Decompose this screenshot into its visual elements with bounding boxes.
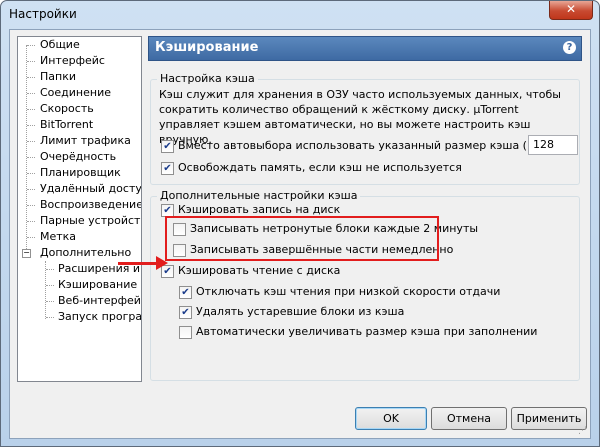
checkbox-icon: ✔	[161, 162, 174, 175]
option-label: Автоматически увеличивать размер кэша пр…	[196, 325, 538, 338]
manual-cache-size-checkbox[interactable]: ✔ Вместо автовыбора использовать указанн…	[161, 138, 552, 154]
option-label: Кэшировать чтение с диска	[178, 264, 341, 277]
tree-label: Воспроизведение	[40, 198, 142, 211]
free-memory-checkbox[interactable]: ✔ Освобождать память, если кэш не исполь…	[161, 160, 521, 176]
tree-label: Парные устройства	[40, 214, 141, 227]
resize-grip-icon[interactable]: ⋰	[578, 426, 588, 436]
option-label: Вместо автовыбора использовать указанный…	[178, 139, 553, 152]
tree-label: Дополнительно	[40, 246, 132, 259]
title-bar: Настройки ✕	[1, 1, 599, 27]
window-title: Настройки	[9, 7, 77, 21]
apply-button[interactable]: Применить	[511, 407, 587, 430]
dialog-body: Общие Интерфейс Папки Соединение Скорост…	[9, 29, 591, 439]
tree-label: Интерфейс	[40, 54, 105, 67]
read-cache-checkbox[interactable]: ✔ Кэшировать чтение с диска	[161, 263, 461, 279]
tree-label: Веб-интерфейс	[58, 294, 142, 307]
panel-title: Кэширование	[155, 40, 259, 55]
ok-button[interactable]: OK	[355, 407, 427, 430]
close-button[interactable]: ✕	[549, 1, 593, 20]
remove-old-blocks-checkbox[interactable]: ✔ Удалять устаревшие блоки из кэша	[179, 304, 569, 320]
settings-tree: Общие Интерфейс Папки Соединение Скорост…	[17, 36, 142, 382]
disable-read-cache-checkbox[interactable]: ✔ Отключать кэш чтения при низкой скорос…	[179, 284, 569, 300]
tree-label: BitTorrent	[40, 118, 94, 131]
group-title: Настройка кэша	[157, 72, 258, 85]
tree-label: Папки	[40, 70, 76, 83]
caching-panel: Кэширование ? Настройка кэша Кэш служит …	[148, 36, 582, 384]
tree-label: Лимит трафика	[40, 134, 131, 147]
settings-window: Настройки ✕ Общие Интерфейс Папки Соедин…	[0, 0, 600, 447]
option-label: Отключать кэш чтения при низкой скорости…	[196, 285, 501, 298]
cache-settings-group: Настройка кэша Кэш служит для хранения в…	[150, 72, 580, 185]
tree-label: Кэширование	[58, 278, 138, 291]
highlight-box	[165, 216, 439, 261]
auto-increase-cache-checkbox[interactable]: Автоматически увеличивать размер кэша пр…	[179, 324, 569, 340]
arrow-head-icon	[156, 256, 168, 270]
help-icon[interactable]: ?	[563, 41, 576, 54]
tree-label: Общие	[40, 38, 80, 51]
tree-label: Соединение	[40, 86, 112, 99]
option-label: Освобождать память, если кэш не использу…	[178, 161, 462, 174]
tree-label: Удалённый доступ	[40, 182, 142, 195]
tree-label: Скорость	[40, 102, 94, 115]
option-label: Удалять устаревшие блоки из кэша	[196, 305, 405, 318]
cache-size-input[interactable]: 128	[528, 135, 578, 155]
checkbox-icon: ✔	[179, 286, 192, 299]
panel-header: Кэширование ?	[148, 36, 582, 61]
annotation-arrow	[118, 262, 158, 265]
tree-label: Запуск программы	[58, 310, 142, 323]
tree-label: Очерёдность	[40, 150, 117, 163]
collapse-icon[interactable]: −	[22, 249, 31, 258]
checkbox-icon: ✔	[179, 306, 192, 319]
tree-label: Планировщик	[40, 166, 121, 179]
group-title: Дополнительные настройки кэша	[157, 189, 361, 202]
checkbox-icon	[179, 326, 192, 339]
checkbox-icon: ✔	[161, 140, 174, 153]
cancel-button[interactable]: Отмена	[431, 407, 507, 430]
tree-label: Метка	[40, 230, 77, 243]
